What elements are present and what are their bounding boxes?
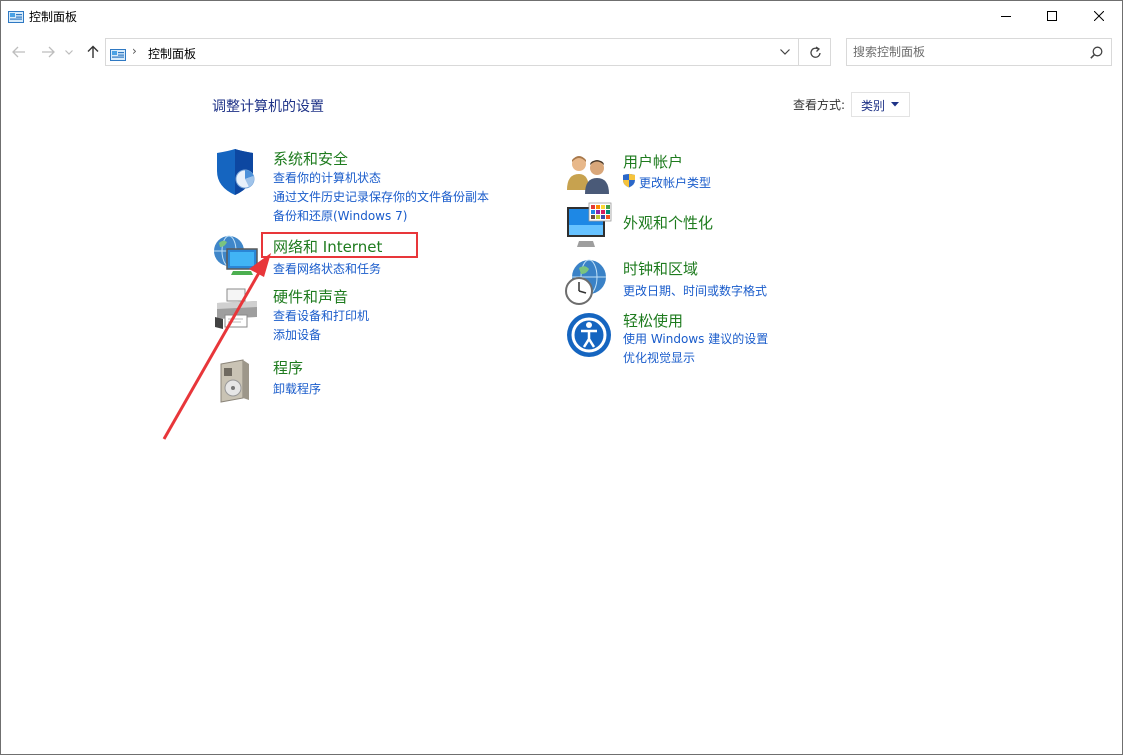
annotation-highlight-box — [261, 232, 418, 258]
clock-region-title[interactable]: 时钟和区域 — [623, 258, 698, 279]
network-globe-icon — [214, 235, 258, 275]
search-icon — [1089, 46, 1102, 59]
title-bar: 控制面板 — [1, 1, 1122, 31]
ease-of-access-title[interactable]: 轻松使用 — [623, 310, 683, 331]
appearance-title[interactable]: 外观和个性化 — [623, 212, 713, 233]
search-input[interactable] — [853, 43, 1073, 61]
printer-icon — [215, 288, 257, 329]
maximize-button[interactable] — [1029, 1, 1075, 31]
user-accounts-title[interactable]: 用户帐户 — [623, 151, 683, 172]
chevron-down-icon — [65, 49, 73, 55]
back-button[interactable] — [11, 44, 27, 60]
address-dropdown-button[interactable] — [773, 39, 797, 65]
view-by-value[interactable]: 类别 — [861, 97, 885, 114]
arrow-left-icon — [12, 46, 25, 58]
hardware-sound-title[interactable]: 硬件和声音 — [273, 286, 348, 307]
optimize-visual-display-link[interactable]: 优化视觉显示 — [623, 349, 695, 366]
devices-printers-link[interactable]: 查看设备和打印机 — [273, 307, 369, 324]
change-account-type-link[interactable]: 更改帐户类型 — [639, 174, 711, 191]
close-icon — [1094, 11, 1104, 21]
chevron-down-icon — [780, 49, 790, 55]
close-button[interactable] — [1076, 1, 1122, 31]
forward-button[interactable] — [40, 44, 56, 60]
breadcrumb-separator[interactable]: › — [132, 44, 137, 58]
programs-icon — [220, 359, 249, 403]
uninstall-program-link[interactable]: 卸载程序 — [273, 380, 321, 397]
annotation-arrow — [162, 253, 271, 440]
backup-restore-link[interactable]: 备份和还原(Windows 7) — [273, 207, 407, 224]
refresh-icon — [810, 45, 821, 58]
minimize-icon — [1001, 16, 1011, 17]
uac-shield-icon — [623, 173, 635, 188]
view-network-status-link[interactable]: 查看网络状态和任务 — [273, 260, 381, 277]
system-security-title[interactable]: 系统和安全 — [273, 148, 348, 169]
caret-down-icon — [891, 102, 899, 107]
breadcrumb[interactable]: 控制面板 — [148, 45, 196, 62]
control-panel-app-icon — [8, 9, 24, 23]
add-device-link[interactable]: 添加设备 — [273, 326, 321, 343]
view-computer-status-link[interactable]: 查看你的计算机状态 — [273, 169, 381, 186]
maximize-icon — [1047, 11, 1057, 21]
shield-icon — [217, 149, 255, 195]
divider — [798, 39, 799, 65]
refresh-button[interactable] — [803, 39, 829, 65]
recommended-settings-link[interactable]: 使用 Windows 建议的设置 — [623, 330, 768, 347]
view-by-label: 查看方式: — [793, 98, 846, 112]
recent-locations-button[interactable] — [64, 44, 74, 60]
programs-title[interactable]: 程序 — [273, 357, 303, 378]
monitor-palette-icon — [567, 202, 612, 247]
control-panel-icon — [110, 46, 126, 61]
search-button[interactable] — [1087, 44, 1105, 60]
up-button[interactable] — [85, 44, 101, 60]
view-by-select[interactable]: 类别 — [851, 92, 910, 117]
ease-of-access-icon — [567, 313, 611, 357]
control-panel-window: 控制面板 › 控制面板 搜索控制面板 调整计算机的设置 查看方式: 类别 系统和… — [0, 0, 1123, 755]
window-title: 控制面板 — [29, 10, 78, 24]
change-date-time-link[interactable]: 更改日期、时间或数字格式 — [623, 282, 767, 299]
navigation-bar: › 控制面板 — [1, 31, 1122, 73]
arrow-right-icon — [42, 46, 55, 58]
page-heading: 调整计算机的设置 — [212, 99, 324, 115]
minimize-button[interactable] — [983, 1, 1029, 31]
users-icon — [567, 156, 609, 194]
clock-globe-icon — [565, 259, 606, 305]
search-box[interactable] — [846, 38, 1112, 66]
arrow-up-icon — [87, 45, 99, 58]
address-bar[interactable]: › 控制面板 — [105, 38, 831, 66]
file-history-link[interactable]: 通过文件历史记录保存你的文件备份副本 — [273, 188, 489, 205]
